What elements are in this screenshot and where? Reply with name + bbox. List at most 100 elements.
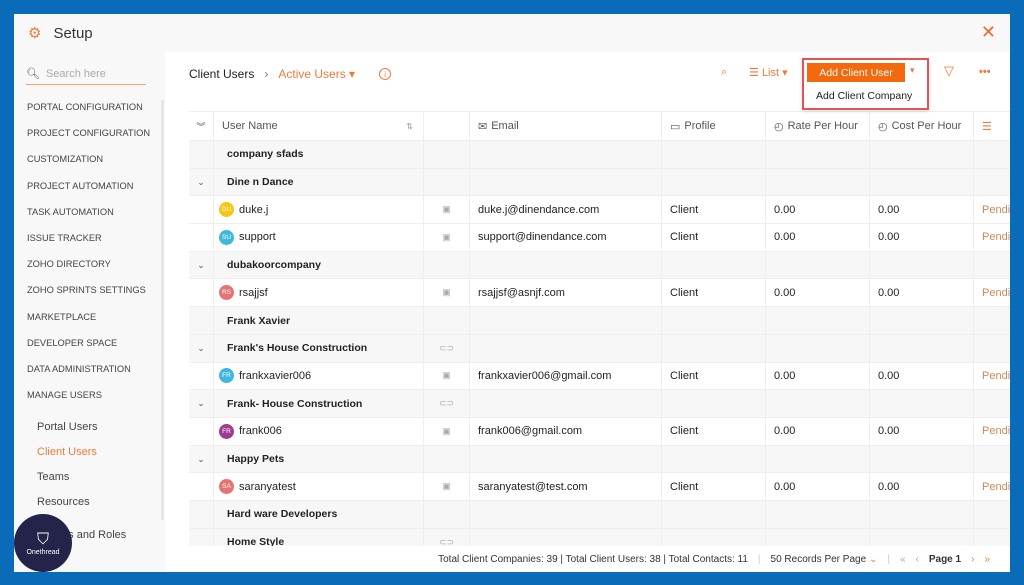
chevron-down-icon[interactable]: ▾	[910, 65, 915, 76]
search-input[interactable]: 🔍︎ Search here	[26, 63, 146, 85]
user-row[interactable]: SA saranyatest ▣ saranyatest@test.com Client…	[189, 473, 1010, 502]
sidebar-item[interactable]: PROJECT AUTOMATION	[27, 181, 133, 191]
collapse-all-icon[interactable]: ︾	[189, 112, 214, 140]
user-name-cell[interactable]: SU support	[214, 224, 424, 251]
column-cost-per-hour[interactable]: ◴ Cost Per Hour	[870, 112, 974, 140]
sidebar-subitem[interactable]: Portal Users	[37, 421, 98, 433]
expand-chevron-icon[interactable]: ⌄	[189, 390, 214, 417]
company-name[interactable]: Frank- House Construction	[214, 390, 424, 417]
add-client-user-button[interactable]: Add Client User	[807, 63, 905, 82]
company-row[interactable]: ⌄ Happy Pets	[189, 445, 1010, 474]
expand-chevron-icon[interactable]: ⌄	[189, 334, 214, 362]
empty-cell	[766, 334, 870, 362]
sidebar-item[interactable]: CUSTOMIZATION	[27, 154, 103, 164]
sidebar-item[interactable]: PORTAL CONFIGURATION	[27, 102, 143, 112]
company-name[interactable]: Frank's House Construction	[214, 334, 424, 362]
user-row[interactable]: FR frankxavier006 ▣ frankxavier006@gmail.co…	[189, 362, 1010, 391]
sidebar-subitem[interactable]: Client Users	[37, 446, 97, 458]
column-rate-per-hour[interactable]: ◴ Rate Per Hour	[766, 112, 870, 140]
email-cell: frank006@gmail.com	[470, 418, 662, 445]
sidebar-item[interactable]: TASK AUTOMATION	[27, 207, 114, 217]
list-label: List	[761, 67, 780, 79]
company-name[interactable]: Happy Pets	[214, 445, 424, 473]
breadcrumb-root[interactable]: Client Users	[189, 67, 254, 81]
first-page-icon[interactable]: «	[900, 554, 906, 565]
user-name-cell[interactable]: SA saranyatest	[214, 473, 424, 501]
next-page-icon[interactable]: ›	[971, 554, 974, 565]
empty-cell	[766, 251, 870, 279]
company-row[interactable]: ⌄ Dine n Dance	[189, 168, 1010, 197]
avatar: SA	[219, 479, 234, 495]
company-name[interactable]: Frank Xavier	[214, 307, 424, 334]
user-row[interactable]: FR frank006 ▣ frank006@gmail.com Client 0.00 0…	[189, 418, 1010, 446]
company-row[interactable]: ⌄ dubakoorcompany	[189, 251, 1010, 280]
column-settings-icon[interactable]: ☰	[974, 112, 1010, 140]
company-name[interactable]: dubakoorcompany	[214, 251, 424, 279]
user-name[interactable]: frank006	[239, 425, 282, 437]
user-name[interactable]: frankxavier006	[239, 370, 311, 382]
filter-icon[interactable]: ▽	[944, 63, 954, 79]
sidebar-item[interactable]: ZOHO DIRECTORY	[27, 259, 111, 269]
sidebar-scrollbar[interactable]	[161, 100, 164, 520]
column-label: Cost Per Hour	[891, 120, 962, 132]
column-user-name[interactable]: User Name ⇅	[214, 112, 424, 140]
briefcase-icon: ▣	[424, 362, 470, 390]
user-name[interactable]: duke.j	[239, 204, 268, 216]
onethread-logo: ⛉ Onethread	[14, 514, 72, 572]
records-per-page-select[interactable]: 50 Records Per Page ⌄	[771, 554, 878, 565]
expand-chevron-icon[interactable]: ⌄	[189, 445, 214, 473]
sidebar-item[interactable]: ISSUE TRACKER	[27, 233, 102, 243]
company-row[interactable]: company sfads	[189, 141, 1010, 169]
user-name-cell[interactable]: FR frankxavier006	[214, 362, 424, 390]
user-name[interactable]: saranyatest	[239, 481, 296, 493]
sidebar-subitem[interactable]: Resources	[37, 496, 90, 508]
empty-cell	[870, 445, 974, 473]
user-name-cell[interactable]: RS rsajjsf	[214, 279, 424, 307]
add-client-company-item[interactable]: Add Client Company	[816, 90, 912, 102]
user-row[interactable]: SU support ▣ support@dinendance.com Client 0.…	[189, 224, 1010, 252]
list-view-button[interactable]: ☰ List ▾	[749, 66, 788, 79]
title-bar: ⚙ Setup ✕	[14, 14, 1010, 52]
more-options-icon[interactable]: •••	[979, 66, 991, 78]
info-icon[interactable]: i	[379, 68, 392, 80]
row-spacer	[189, 418, 214, 445]
company-row[interactable]: Frank Xavier	[189, 307, 1010, 335]
company-name[interactable]: Hard ware Developers	[214, 501, 424, 528]
row-spacer	[424, 501, 470, 528]
table-header: ︾ User Name ⇅ ✉ Email ▭ Profile ◴ Rate Per H…	[189, 111, 1010, 141]
column-type	[424, 112, 470, 140]
user-name[interactable]: support	[239, 231, 276, 243]
breadcrumb: Client Users › Active Users ▾ i	[189, 67, 392, 81]
column-email[interactable]: ✉ Email	[470, 112, 662, 140]
empty-cell	[470, 445, 662, 473]
row-spacer	[189, 196, 214, 224]
sidebar-item[interactable]: PROJECT CONFIGURATION	[27, 128, 150, 138]
column-profile[interactable]: ▭ Profile	[662, 112, 766, 140]
user-name-cell[interactable]: FR frank006	[214, 418, 424, 445]
user-name[interactable]: rsajjsf	[239, 287, 268, 299]
sidebar-item[interactable]: MANAGE USERS	[27, 390, 102, 400]
sidebar-subitem[interactable]: Teams	[37, 471, 69, 483]
view-selector[interactable]: Active Users ▾	[278, 67, 355, 81]
sidebar-item[interactable]: DATA ADMINISTRATION	[27, 364, 131, 374]
previous-page-icon[interactable]: ‹	[916, 554, 919, 565]
sidebar-item[interactable]: ZOHO SPRINTS SETTINGS	[27, 285, 146, 295]
sidebar-item[interactable]: DEVELOPER SPACE	[27, 338, 117, 348]
user-row[interactable]: DU duke.j ▣ duke.j@dinendance.com Client 0.00…	[189, 196, 1010, 225]
expand-chevron-icon[interactable]: ⌄	[189, 251, 214, 279]
close-icon[interactable]: ✕	[981, 22, 996, 43]
company-row[interactable]: ⌄ Frank's House Construction ⊂⊃	[189, 334, 1010, 363]
last-page-icon[interactable]: »	[984, 554, 990, 565]
user-name-cell[interactable]: DU duke.j	[214, 196, 424, 224]
briefcase-icon: ▣	[424, 224, 470, 251]
link-icon: ⊂⊃	[424, 390, 470, 417]
company-row[interactable]: Hard ware Developers	[189, 501, 1010, 529]
sidebar-item[interactable]: MARKETPLACE	[27, 312, 96, 322]
company-name[interactable]: Dine n Dance	[214, 168, 424, 196]
sort-icon[interactable]: ⇅	[406, 122, 413, 131]
search-icon[interactable]: ⌕	[721, 66, 727, 79]
user-row[interactable]: RS rsajjsf ▣ rsajjsf@asnjf.com Client 0.00 0.0…	[189, 279, 1010, 308]
expand-chevron-icon[interactable]: ⌄	[189, 168, 214, 196]
company-row[interactable]: ⌄ Frank- House Construction ⊂⊃	[189, 390, 1010, 418]
company-name[interactable]: company sfads	[214, 141, 424, 168]
